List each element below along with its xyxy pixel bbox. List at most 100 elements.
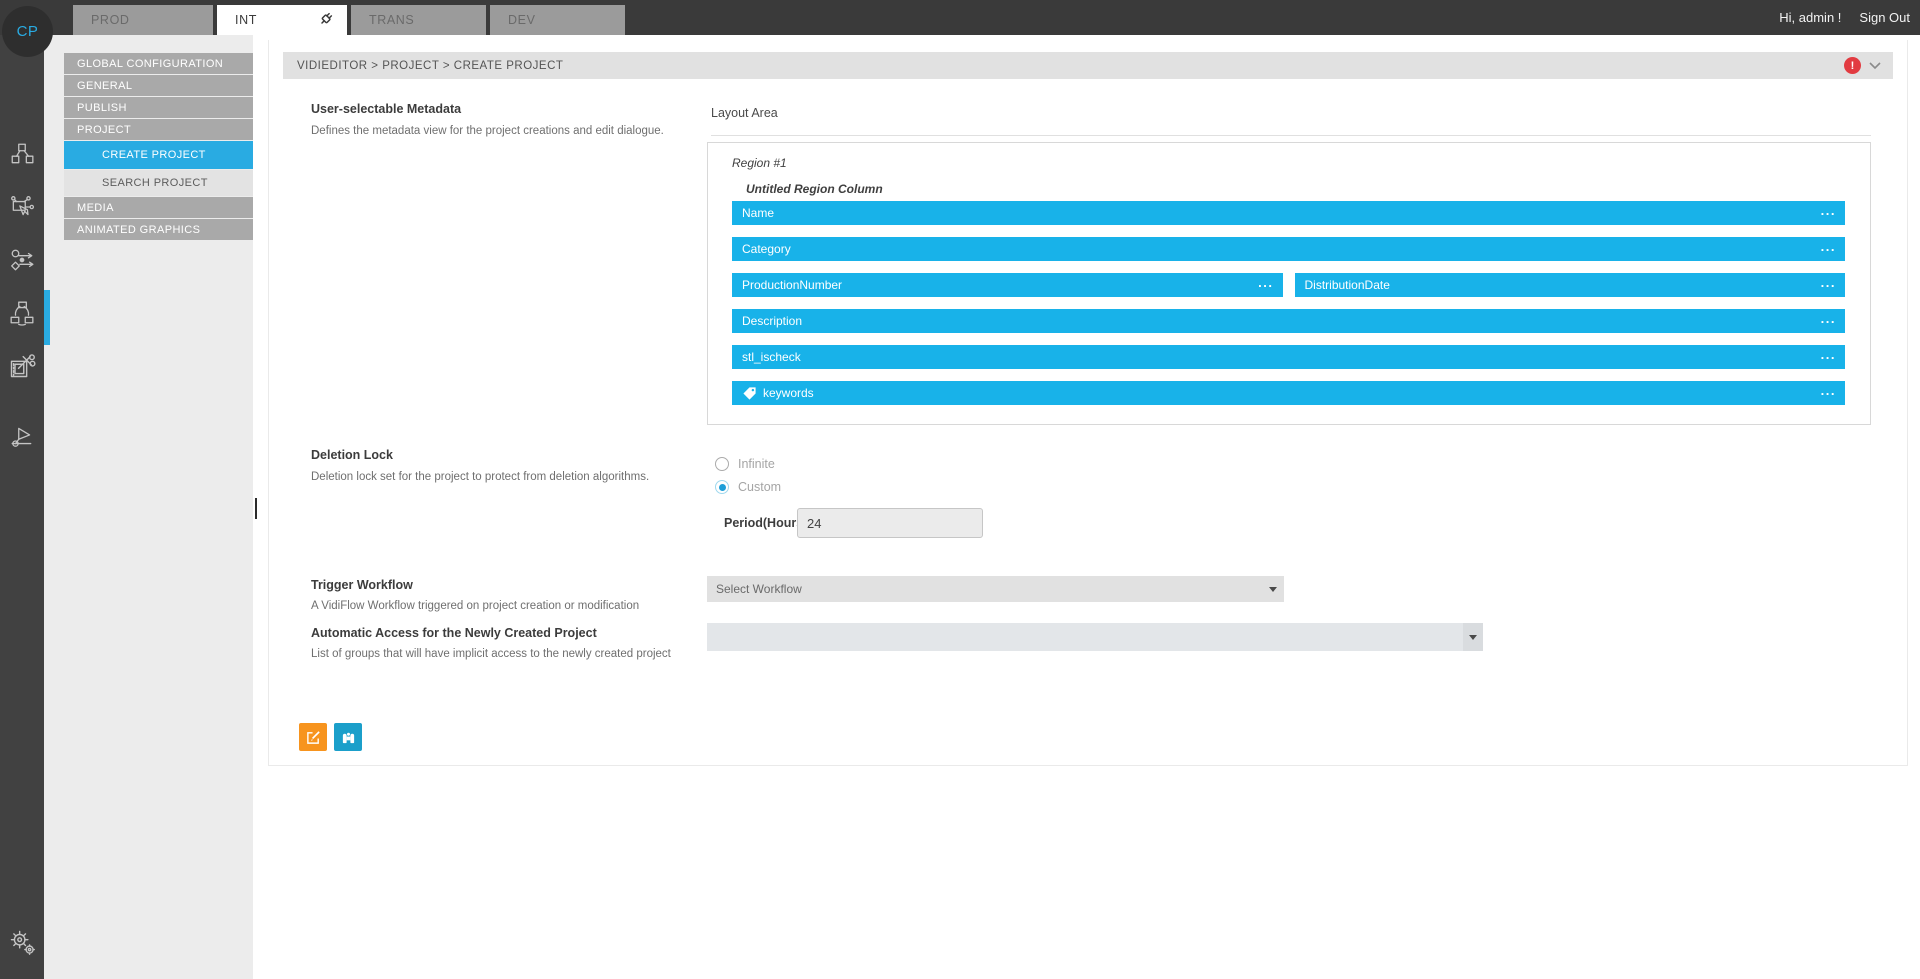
field-production-number[interactable]: ProductionNumber ... bbox=[732, 273, 1283, 297]
error-badge[interactable]: ! bbox=[1844, 57, 1861, 74]
field-options-button[interactable]: ... bbox=[1821, 311, 1836, 326]
main-content: VIDIEDITOR > PROJECT > CREATE PROJECT ! … bbox=[253, 35, 1920, 979]
edit-icon bbox=[306, 730, 321, 745]
field-row: keywords ... bbox=[732, 381, 1845, 405]
user-greeting: Hi, admin ! bbox=[1779, 10, 1841, 25]
field-options-button[interactable]: ... bbox=[1821, 203, 1836, 218]
field-options-button[interactable]: ... bbox=[1821, 239, 1836, 254]
find-button[interactable] bbox=[334, 723, 362, 751]
trigger-workflow-title: Trigger Workflow bbox=[311, 578, 413, 592]
layout-area-label: Layout Area bbox=[711, 106, 778, 120]
metadata-section-description: Defines the metadata view for the projec… bbox=[311, 125, 664, 137]
deletion-lock-description: Deletion lock set for the project to pro… bbox=[311, 471, 649, 483]
tab-label: INT bbox=[235, 13, 257, 27]
field-label: stl_ischeck bbox=[742, 350, 801, 364]
field-row: ProductionNumber ... DistributionDate ..… bbox=[732, 273, 1845, 297]
logo-text: CP bbox=[17, 23, 39, 40]
field-label: Description bbox=[742, 314, 802, 328]
app-icon-rail bbox=[0, 35, 44, 979]
field-stl-ischeck[interactable]: stl_ischeck ... bbox=[732, 345, 1845, 369]
side-menu-panel: GLOBAL CONFIGURATION GENERAL PUBLISH PRO… bbox=[44, 35, 253, 979]
workflow-dropdown-value: Select Workflow bbox=[716, 582, 802, 596]
player-icon[interactable] bbox=[0, 414, 44, 458]
field-name[interactable]: Name ... bbox=[732, 201, 1845, 225]
tab-label: PROD bbox=[91, 13, 130, 27]
layout-divider bbox=[711, 135, 1871, 136]
period-hours-label: Period(Hours) bbox=[724, 516, 807, 530]
settings-gears-icon[interactable] bbox=[0, 920, 44, 964]
field-distribution-date[interactable]: DistributionDate ... bbox=[1295, 273, 1846, 297]
metadata-field-rows: Name ... Category ... ProductionNumber .… bbox=[732, 201, 1845, 417]
sidebar-item-project[interactable]: PROJECT bbox=[64, 119, 253, 140]
metadata-section-title: User-selectable Metadata bbox=[311, 102, 461, 116]
workflow-dropdown[interactable]: Select Workflow bbox=[707, 576, 1284, 602]
radio-custom-label: Custom bbox=[738, 480, 781, 494]
video-editor-icon[interactable] bbox=[0, 344, 44, 388]
sync-boxes-icon[interactable] bbox=[0, 291, 44, 335]
edit-button[interactable] bbox=[299, 723, 327, 751]
field-options-button[interactable]: ... bbox=[1821, 383, 1836, 398]
sidebar-item-search-project[interactable]: SEARCH PROJECT bbox=[64, 170, 253, 196]
radio-custom[interactable] bbox=[715, 480, 729, 494]
workflow-arrows-icon[interactable] bbox=[0, 238, 44, 282]
field-options-button[interactable]: ... bbox=[1821, 275, 1836, 290]
settings-card: VIDIEDITOR > PROJECT > CREATE PROJECT ! … bbox=[268, 40, 1908, 766]
radio-row-custom: Custom bbox=[715, 480, 781, 494]
top-bar: PROD INT TRANS DEV Hi, admin ! bbox=[0, 0, 1920, 35]
tab-int[interactable]: INT bbox=[217, 5, 347, 35]
period-hours-input[interactable] bbox=[797, 508, 983, 538]
radio-row-infinite: Infinite bbox=[715, 457, 775, 471]
binoculars-icon bbox=[341, 730, 356, 745]
tab-trans[interactable]: TRANS bbox=[351, 5, 486, 35]
region-title: Region #1 bbox=[732, 156, 787, 170]
field-label: Category bbox=[742, 242, 791, 256]
sidebar-item-publish[interactable]: PUBLISH bbox=[64, 97, 253, 118]
stray-text-caret bbox=[255, 498, 257, 519]
cubes-icon[interactable] bbox=[0, 132, 44, 176]
field-category[interactable]: Category ... bbox=[732, 237, 1845, 261]
region-column-title: Untitled Region Column bbox=[746, 182, 883, 196]
field-options-button[interactable]: ... bbox=[1821, 347, 1836, 362]
tab-label: TRANS bbox=[369, 13, 414, 27]
field-row: Description ... bbox=[732, 309, 1845, 333]
field-row: Name ... bbox=[732, 201, 1845, 225]
sidebar-item-global-configuration[interactable]: GLOBAL CONFIGURATION bbox=[64, 53, 253, 74]
auto-access-title: Automatic Access for the Newly Created P… bbox=[311, 626, 597, 640]
sign-out-link[interactable]: Sign Out bbox=[1859, 10, 1910, 25]
active-app-indicator bbox=[44, 290, 50, 345]
dropdown-caret-icon bbox=[1463, 623, 1483, 651]
access-groups-dropdown[interactable] bbox=[707, 623, 1483, 651]
deletion-lock-title: Deletion Lock bbox=[311, 448, 393, 462]
tag-icon bbox=[742, 386, 757, 401]
tab-prod[interactable]: PROD bbox=[73, 5, 213, 35]
network-touch-icon[interactable] bbox=[0, 185, 44, 229]
config-menu: GLOBAL CONFIGURATION GENERAL PUBLISH PRO… bbox=[64, 53, 253, 241]
field-label: DistributionDate bbox=[1305, 278, 1390, 292]
field-options-button[interactable]: ... bbox=[1258, 275, 1273, 290]
field-label: Name bbox=[742, 206, 774, 220]
tab-dev[interactable]: DEV bbox=[490, 5, 625, 35]
sidebar-item-animated-graphics[interactable]: ANIMATED GRAPHICS bbox=[64, 219, 253, 240]
layout-region-box: Region #1 Untitled Region Column Name ..… bbox=[707, 142, 1871, 425]
field-row: Category ... bbox=[732, 237, 1845, 261]
environment-tabs: PROD INT TRANS DEV bbox=[73, 5, 625, 35]
field-label: ProductionNumber bbox=[742, 278, 842, 292]
app-logo: CP bbox=[2, 6, 53, 57]
radio-infinite-label: Infinite bbox=[738, 457, 775, 471]
auto-access-description: List of groups that will have implicit a… bbox=[311, 648, 671, 660]
breadcrumb: VIDIEDITOR > PROJECT > CREATE PROJECT bbox=[297, 60, 563, 72]
breadcrumb-bar: VIDIEDITOR > PROJECT > CREATE PROJECT ! bbox=[283, 52, 1893, 79]
trigger-workflow-description: A VidiFlow Workflow triggered on project… bbox=[311, 600, 639, 612]
field-description[interactable]: Description ... bbox=[732, 309, 1845, 333]
radio-infinite[interactable] bbox=[715, 457, 729, 471]
plug-icon bbox=[318, 10, 335, 30]
field-label: keywords bbox=[763, 386, 814, 400]
field-keywords[interactable]: keywords ... bbox=[732, 381, 1845, 405]
sidebar-item-general[interactable]: GENERAL bbox=[64, 75, 253, 96]
tab-label: DEV bbox=[508, 13, 536, 27]
chevron-down-icon[interactable] bbox=[1869, 62, 1881, 70]
sidebar-item-create-project[interactable]: CREATE PROJECT bbox=[64, 141, 253, 169]
sidebar-item-media[interactable]: MEDIA bbox=[64, 197, 253, 218]
field-row: stl_ischeck ... bbox=[732, 345, 1845, 369]
dropdown-caret-icon bbox=[1262, 576, 1284, 602]
